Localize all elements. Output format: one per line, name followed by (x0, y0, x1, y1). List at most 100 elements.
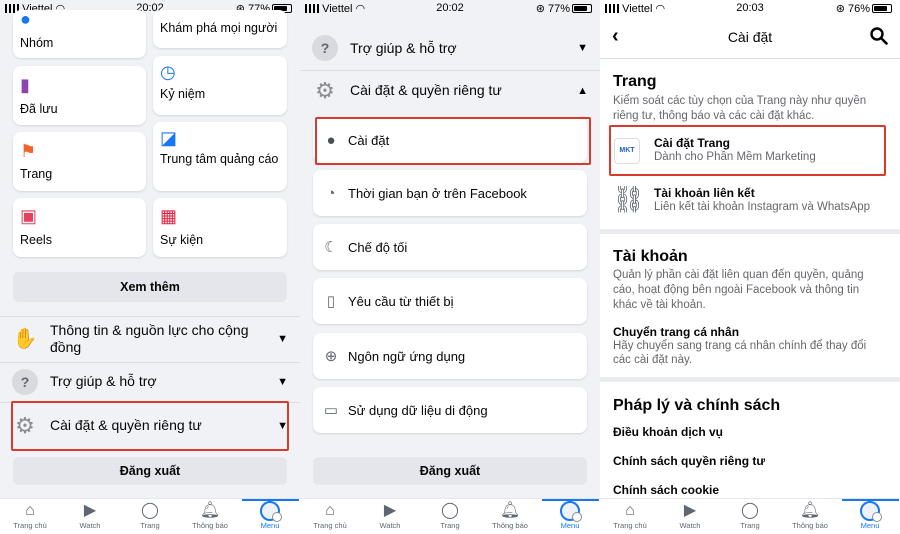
tab-home[interactable]: ⌂ Trang chủ (600, 501, 660, 530)
tab-home[interactable]: ⌂ Trang chủ (0, 501, 60, 530)
logout-button[interactable]: Đăng xuất (313, 457, 587, 485)
shortcut-label: Trung tâm quảng cáo (160, 152, 279, 166)
moon-icon: ☾ (324, 239, 338, 256)
community-resources-row[interactable]: ✋ Thông tin & nguồn lực cho cộng đồng ▼ (0, 316, 300, 360)
shortcut-find-friends[interactable]: Khám phá mọi người (153, 10, 287, 48)
legal-item-terms[interactable]: Điều khoản dịch vụ (613, 425, 723, 439)
tab-page[interactable]: ◯ Trang (420, 501, 480, 530)
help-support-row[interactable]: ? Trợ giúp & hỗ trợ ▼ (300, 28, 600, 68)
section-description: Kiểm soát các tùy chọn của Trang này như… (613, 95, 867, 122)
handshake-icon: ✋ (12, 328, 38, 350)
row-label: Cài đặt & quyền riêng tư (50, 417, 202, 433)
menu-avatar-icon (260, 501, 282, 522)
logout-button[interactable]: Đăng xuất (13, 457, 287, 485)
globe-icon: ⊕ (324, 348, 338, 365)
help-support-row[interactable]: ? Trợ giúp & hỗ trợ ▼ (0, 362, 300, 400)
battery-percent: 77% (547, 3, 570, 15)
shortcut-ads-center[interactable]: ◪ Trung tâm quảng cáo (153, 122, 287, 191)
subitem-label: Cài đặt (348, 132, 390, 148)
device-request-icon: ▯ (326, 293, 336, 310)
battery-icon (872, 4, 892, 13)
home-icon: ⌂ (625, 502, 635, 519)
section-title-page: Trang (613, 73, 657, 90)
tab-notifications[interactable]: 🔔︎ Thông báo (480, 501, 540, 530)
tab-menu[interactable]: Menu (240, 501, 300, 530)
tab-menu[interactable]: Menu (540, 501, 600, 530)
search-icon[interactable] (870, 27, 888, 45)
saved-icon: ▮ (20, 75, 30, 95)
tab-label: Watch (679, 521, 701, 530)
section-divider (600, 377, 900, 382)
profile-settings-icon: ● (326, 131, 336, 149)
row-label: Trợ giúp & hỗ trợ (350, 39, 457, 56)
chevron-up-icon: ▲ (577, 84, 588, 97)
subitem-app-language[interactable]: ⊕ Ngôn ngữ ứng dụng (313, 333, 587, 379)
shortcut-label: Sự kiện (160, 233, 204, 247)
tab-notifications[interactable]: 🔔︎ Thông báo (180, 501, 240, 530)
tab-label: Menu (860, 521, 880, 530)
shortcut-label: Đã lưu (20, 102, 58, 116)
gear-icon: ⚙ (15, 412, 35, 438)
see-more-button[interactable]: Xem thêm (13, 272, 287, 302)
switch-profile-title[interactable]: Chuyển trang cá nhân (613, 325, 739, 339)
settings-header: ‹ Cài đặt (600, 17, 900, 57)
battery-percent: 76% (847, 3, 870, 15)
gear-icon: ⚙ (315, 77, 335, 103)
row-label: Thông tin & nguồn lực cho cộng đồng (50, 321, 249, 355)
shortcut-label: Reels (20, 233, 52, 247)
subitem-device-requests[interactable]: ▯ Yêu cầu từ thiết bị (313, 278, 587, 324)
shortcut-groups[interactable]: ● Nhóm (13, 9, 146, 58)
legal-item-privacy[interactable]: Chính sách quyền riêng tư (613, 454, 765, 468)
tab-label: Menu (260, 521, 280, 530)
tab-label: Trang (440, 521, 460, 530)
tab-notifications[interactable]: 🔔︎ Thông báo (780, 501, 840, 530)
tab-watch[interactable]: ▶ Watch (60, 501, 120, 530)
tab-label: Thông báo (192, 521, 228, 530)
legal-item-cookie[interactable]: Chính sách cookie (613, 483, 719, 497)
subitem-dark-mode[interactable]: ☾ Chế độ tối (313, 224, 587, 270)
tab-watch[interactable]: ▶ Watch (660, 501, 720, 530)
tab-label: Trang chủ (13, 521, 47, 530)
bottom-tab-bar: ⌂ Trang chủ ▶ Watch ◯ Trang 🔔︎ Thông báo Men… (600, 498, 900, 534)
status-bar: Viettel ◠ 20:03 ⊛ 76% (600, 0, 900, 17)
shortcut-saved[interactable]: ▮ Đã lưu (13, 66, 146, 125)
shortcut-label: Khám phá mọi người (160, 21, 278, 35)
linked-accounts-item[interactable]: ⛓ Tài khoản liên kết Liên kết tài khoản … (610, 180, 890, 224)
logo-text: MKT (619, 147, 635, 154)
pages-flag-icon: ⚑ (20, 141, 37, 161)
header-divider (600, 58, 900, 59)
link-chain-icon: ⛓ (612, 184, 646, 214)
menu-avatar-icon (860, 501, 882, 522)
page-settings-item[interactable]: MKT Cài đặt Trang Dành cho Phần Mềm Mark… (610, 126, 885, 176)
tab-page[interactable]: ◯ Trang (120, 501, 180, 530)
bell-icon: 🔔︎ (499, 502, 521, 519)
subitem-mobile-data[interactable]: ▭ Sử dụng dữ liệu di động (313, 387, 587, 433)
subitem-time-on-facebook[interactable]: ◔ Thời gian bạn ở trên Facebook (313, 170, 587, 216)
shortcut-reels[interactable]: ▣ Reels (13, 198, 146, 257)
settings-privacy-row[interactable]: ⚙ Cài đặt & quyền riêng tư ▲ (300, 70, 600, 110)
item-subtitle: Liên kết tài khoản Instagram và WhatsApp (654, 201, 871, 213)
shortcut-memories[interactable]: ◷ Kỷ niệm (153, 56, 287, 115)
tab-page[interactable]: ◯ Trang (720, 501, 780, 530)
watch-icon: ▶ (83, 502, 97, 519)
shortcut-pages[interactable]: ⚑ Trang (13, 132, 146, 191)
section-title-legal: Pháp lý và chính sách (613, 397, 781, 414)
home-icon: ⌂ (25, 502, 35, 519)
groups-icon: ● (20, 9, 31, 29)
page-icon: ◯ (141, 502, 159, 519)
shortcut-label: Nhóm (20, 36, 54, 50)
switch-profile-description: Hãy chuyển sang trang cá nhân chính để t… (613, 340, 867, 366)
subitem-settings[interactable]: ● Cài đặt (313, 117, 587, 163)
tab-watch[interactable]: ▶ Watch (360, 501, 420, 530)
settings-privacy-row[interactable]: ⚙ Cài đặt & quyền riêng tư ▼ (0, 402, 300, 448)
bottom-tab-bar: ⌂ Trang chủ ▶ Watch ◯ Trang 🔔︎ Thông báo Men… (300, 498, 600, 534)
tab-label: Trang chủ (613, 521, 647, 530)
shortcut-events[interactable]: ▦ Sự kiện (153, 198, 287, 257)
tab-menu[interactable]: Menu (840, 501, 900, 530)
battery-icon (572, 4, 592, 13)
tab-label: Thông báo (492, 521, 528, 530)
memories-icon: ◷ (160, 62, 176, 82)
bottom-tab-bar: ⌂ Trang chủ ▶ Watch ◯ Trang 🔔︎ Thông báo Men… (0, 498, 300, 534)
tab-home[interactable]: ⌂ Trang chủ (300, 501, 360, 530)
settings-panel: Viettel ◠ 20:03 ⊛ 76% ‹ Cài đặt Trang Ki… (600, 0, 900, 534)
